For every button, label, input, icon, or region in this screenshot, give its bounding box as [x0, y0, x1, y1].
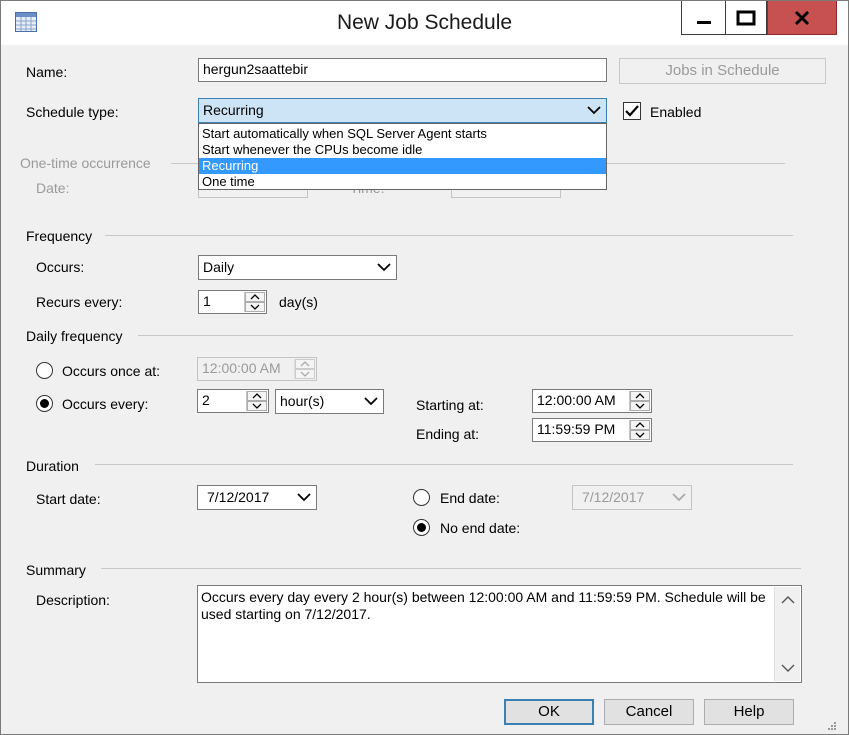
one-time-date-label: Date:: [36, 180, 70, 196]
end-date-value: 7/12/2017: [582, 489, 645, 505]
spin-up-icon[interactable]: [295, 359, 315, 369]
name-input[interactable]: hergun2saattebir: [198, 58, 607, 82]
description-textarea[interactable]: Occurs every day every 2 hour(s) between…: [197, 585, 802, 683]
frequency-heading: Frequency: [26, 228, 93, 244]
spin-down-icon[interactable]: [247, 401, 267, 411]
daily-frequency-heading: Daily frequency: [26, 328, 123, 344]
minimize-button[interactable]: [681, 1, 725, 35]
schedule-type-value: Recurring: [203, 102, 264, 118]
spin-buttons[interactable]: [246, 391, 267, 411]
end-date-picker[interactable]: 7/12/2017: [572, 485, 692, 510]
spin-up-icon[interactable]: [630, 420, 650, 430]
spin-buttons[interactable]: [244, 292, 265, 312]
close-icon: [794, 10, 810, 25]
starting-at-time-input[interactable]: 12:00:00 AM: [532, 389, 652, 413]
dropdown-option[interactable]: Start automatically when SQL Server Agen…: [199, 126, 606, 142]
chevron-down-icon: [297, 493, 311, 502]
occurs-value: Daily: [203, 259, 235, 275]
ending-at-label: Ending at:: [416, 426, 480, 442]
spin-down-icon[interactable]: [630, 401, 650, 411]
summary-heading: Summary: [26, 562, 86, 578]
dropdown-option[interactable]: One time: [199, 174, 606, 190]
ending-at-time-input[interactable]: 11:59:59 PM: [532, 418, 652, 442]
schedule-type-label: Schedule type:: [26, 104, 119, 120]
checkmark-icon: [625, 105, 639, 117]
close-button[interactable]: [767, 1, 837, 35]
one-time-heading: One-time occurrence: [20, 155, 151, 171]
end-date-label: End date:: [440, 490, 500, 506]
duration-heading: Duration: [26, 458, 79, 474]
section-divider: [105, 235, 793, 236]
ending-at-value: 11:59:59 PM: [537, 421, 616, 437]
resize-grip-icon[interactable]: [827, 721, 837, 731]
occurs-every-label: Occurs every:: [62, 396, 149, 412]
enabled-checkbox[interactable]: [623, 102, 641, 120]
help-button[interactable]: Help: [704, 699, 794, 725]
recurs-unit: day(s): [279, 294, 318, 310]
recurs-every-value: 1: [203, 293, 211, 309]
cancel-button[interactable]: Cancel: [604, 699, 694, 725]
spin-up-icon[interactable]: [630, 391, 650, 401]
no-end-date-label: No end date:: [440, 520, 521, 536]
section-divider: [138, 335, 793, 336]
occurs-label: Occurs:: [36, 259, 85, 275]
start-date-picker[interactable]: 7/12/2017: [197, 485, 317, 510]
spin-up-icon[interactable]: [247, 391, 267, 401]
occurs-every-unit-select[interactable]: hour(s): [275, 389, 384, 414]
dropdown-option[interactable]: Start whenever the CPUs become idle: [199, 142, 606, 158]
description-scrollbar[interactable]: [774, 587, 800, 681]
jobs-in-schedule-button[interactable]: Jobs in Schedule: [619, 58, 826, 84]
occurs-every-unit-value: hour(s): [280, 393, 325, 409]
start-date-label: Start date:: [36, 491, 101, 507]
occurs-once-label: Occurs once at:: [62, 363, 161, 379]
spin-buttons[interactable]: [629, 391, 650, 411]
starting-at-label: Starting at:: [416, 397, 484, 413]
occurs-once-time-value: 12:00:00 AM: [202, 360, 281, 376]
minimize-icon: [696, 20, 711, 24]
end-date-radio[interactable]: [413, 489, 430, 506]
description-label: Description:: [36, 592, 110, 608]
occurs-every-stepper[interactable]: 2: [197, 389, 269, 413]
occurs-every-value: 2: [202, 392, 210, 408]
maximize-button[interactable]: [725, 1, 767, 35]
occurs-once-time-input[interactable]: 12:00:00 AM: [197, 357, 317, 381]
new-job-schedule-dialog: New Job Schedule Name: hergun2saattebir …: [0, 0, 849, 735]
starting-at-value: 12:00:00 AM: [537, 392, 616, 408]
schedule-type-dropdown-list: Start automatically when SQL Server Agen…: [198, 123, 607, 190]
scroll-up-icon[interactable]: [781, 595, 795, 605]
spin-buttons[interactable]: [629, 420, 650, 440]
chevron-down-icon: [672, 493, 686, 502]
occurs-select[interactable]: Daily: [198, 255, 397, 280]
spin-down-icon[interactable]: [295, 369, 315, 379]
section-divider: [101, 568, 801, 569]
title-bar[interactable]: New Job Schedule: [1, 1, 848, 45]
enabled-label: Enabled: [650, 104, 702, 120]
description-text: Occurs every day every 2 hour(s) between…: [201, 589, 766, 622]
spin-buttons[interactable]: [294, 359, 315, 379]
spin-up-icon[interactable]: [245, 292, 265, 302]
recurs-every-label: Recurs every:: [36, 294, 123, 310]
occurs-once-radio[interactable]: [36, 362, 53, 379]
spin-down-icon[interactable]: [630, 430, 650, 440]
scroll-down-icon[interactable]: [781, 663, 795, 673]
recurs-every-stepper[interactable]: 1: [198, 290, 267, 314]
dropdown-option-selected[interactable]: Recurring: [199, 158, 606, 174]
spin-down-icon[interactable]: [245, 302, 265, 312]
schedule-type-select[interactable]: Recurring: [198, 98, 607, 123]
occurs-every-radio[interactable]: [36, 395, 53, 412]
start-date-value: 7/12/2017: [207, 489, 270, 505]
chevron-down-icon: [587, 106, 601, 115]
name-label: Name:: [26, 64, 68, 80]
section-divider: [95, 464, 793, 465]
no-end-date-radio[interactable]: [413, 519, 430, 536]
maximize-icon: [736, 10, 756, 25]
ok-button[interactable]: OK: [504, 699, 594, 725]
chevron-down-icon: [377, 263, 391, 272]
chevron-down-icon: [364, 397, 378, 406]
